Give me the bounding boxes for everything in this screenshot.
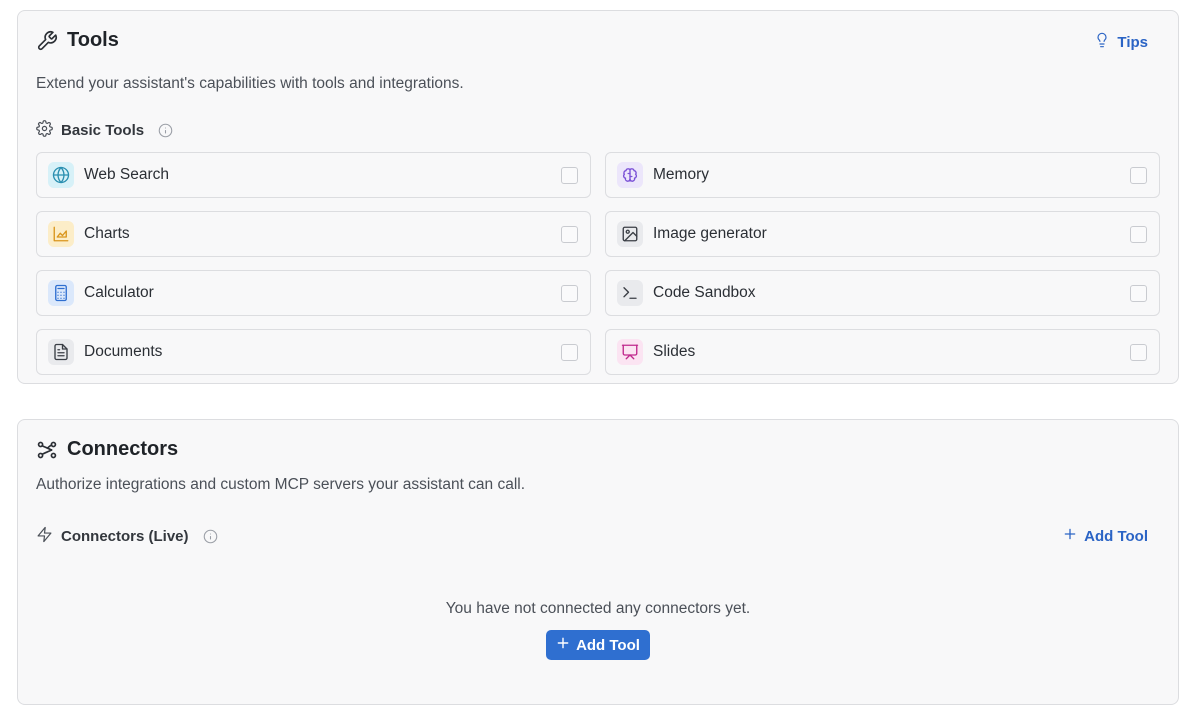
info-icon[interactable] [158,123,173,138]
tool-checkbox[interactable] [561,225,578,243]
info-icon[interactable] [203,529,218,544]
tool-checkbox[interactable] [1130,166,1147,184]
area-chart-icon [48,221,74,247]
add-tool-button[interactable]: Add Tool [546,630,650,660]
connectors-live-text: Connectors (Live) [61,528,189,545]
tool-label: Web Search [84,166,170,183]
gear-icon [36,120,53,141]
tool-label: Image generator [653,225,767,242]
plus-icon [556,636,570,654]
brain-icon [617,162,643,188]
add-tool-link[interactable]: Add Tool [1063,527,1148,545]
add-tool-link-label: Add Tool [1084,527,1148,545]
tool-label: Memory [653,166,709,183]
tool-documents[interactable]: Documents [36,329,591,375]
calculator-icon [48,280,74,306]
connectors-title: Connectors [67,438,179,460]
presentation-icon [617,339,643,365]
image-icon [617,221,643,247]
lightbulb-icon [1094,32,1110,52]
lightning-icon [36,526,53,547]
tool-label: Charts [84,225,130,242]
tool-label: Calculator [84,284,154,301]
connectors-header: Connectors [36,438,178,461]
tool-calculator[interactable]: Calculator [36,270,591,316]
tools-header: Tools [36,29,119,52]
tool-checkbox[interactable] [561,284,578,302]
document-icon [48,339,74,365]
empty-state-text: You have not connected any connectors ye… [445,600,751,617]
tool-charts[interactable]: Charts [36,211,591,257]
tool-web-search[interactable]: Web Search [36,152,591,198]
tool-slides[interactable]: Slides [605,329,1160,375]
basic-tools-label: Basic Tools [36,120,173,141]
tools-title: Tools [67,29,119,51]
tips-link[interactable]: Tips [1094,32,1148,52]
tools-description: Extend your assistant's capabilities wit… [36,75,464,92]
tool-label: Slides [653,343,696,360]
connectors-card: Connectors Authorize integrations and cu… [17,419,1179,705]
add-tool-button-label: Add Tool [576,636,640,654]
tool-checkbox[interactable] [561,166,578,184]
tool-checkbox[interactable] [1130,225,1147,243]
basic-tools-text: Basic Tools [61,122,145,139]
basic-tools-grid: Web Search Memory Charts Image generator… [36,152,1160,375]
globe-icon [48,162,74,188]
tool-image-generator[interactable]: Image generator [605,211,1160,257]
tool-code-sandbox[interactable]: Code Sandbox [605,270,1160,316]
tool-checkbox[interactable] [561,343,578,361]
connectors-description: Authorize integrations and custom MCP se… [36,476,526,493]
connectors-live-label: Connectors (Live) [36,526,218,547]
tool-label: Code Sandbox [653,284,756,301]
tools-card: Tools Tips Extend your assistant's capab… [17,10,1179,384]
terminal-icon [617,280,643,306]
tool-label: Documents [84,343,163,360]
tool-memory[interactable]: Memory [605,152,1160,198]
tool-checkbox[interactable] [1130,284,1147,302]
wrench-icon [36,30,58,52]
tool-checkbox[interactable] [1130,343,1147,361]
plus-icon [1063,527,1077,545]
tips-label: Tips [1117,33,1148,51]
connectors-icon [36,439,58,461]
